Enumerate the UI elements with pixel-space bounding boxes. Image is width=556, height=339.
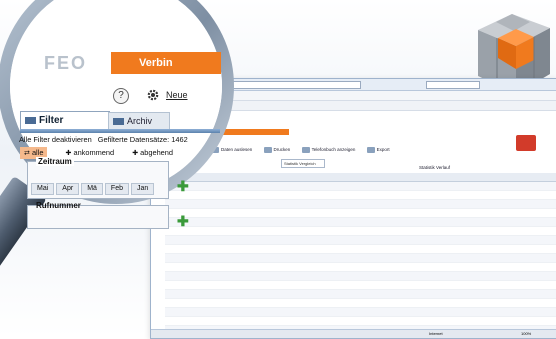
direction-all-label: alle bbox=[31, 148, 44, 157]
add-number-icon[interactable]: ✚ bbox=[177, 213, 189, 230]
toolbar-button-export[interactable]: Export bbox=[366, 147, 390, 153]
add-timerange-icon[interactable]: ✚ bbox=[177, 178, 189, 195]
direction-outgoing-option[interactable]: ✚ abgehend bbox=[132, 148, 173, 157]
table-row[interactable] bbox=[165, 317, 556, 326]
timerange-label: Zeitraum bbox=[36, 157, 74, 166]
app-logo: FEO bbox=[44, 53, 88, 73]
print-icon bbox=[263, 147, 272, 153]
table-row[interactable] bbox=[165, 236, 556, 245]
settings-icon[interactable] bbox=[146, 88, 160, 102]
table-row[interactable] bbox=[165, 245, 556, 254]
month-buttons: Mai Apr Mä Feb Jan bbox=[31, 177, 156, 195]
table-row[interactable] bbox=[165, 254, 556, 263]
table-row[interactable] bbox=[165, 218, 556, 227]
direction-incoming-label: ankommend bbox=[73, 148, 115, 157]
archiv-tab-icon bbox=[113, 118, 124, 126]
table-row[interactable] bbox=[165, 182, 556, 191]
new-link[interactable]: Neue bbox=[166, 90, 188, 100]
calls-table bbox=[165, 173, 556, 338]
tab-underline bbox=[20, 129, 220, 133]
table-row[interactable] bbox=[165, 227, 556, 236]
phonebook-icon bbox=[301, 147, 310, 153]
direction-outgoing-label: abgehend bbox=[140, 148, 174, 157]
tab-statistics-history[interactable]: Statistik Verlauf bbox=[419, 165, 450, 170]
table-row[interactable] bbox=[165, 209, 556, 218]
statistics-compare-field[interactable]: Statistik Vergleich bbox=[281, 159, 325, 168]
tab-archiv[interactable]: Archiv bbox=[108, 112, 170, 130]
month-button[interactable]: Apr bbox=[56, 183, 80, 195]
month-button[interactable]: Mai bbox=[31, 183, 55, 195]
tab-archiv-label: Archiv bbox=[127, 116, 153, 126]
month-button[interactable]: Jan bbox=[130, 183, 155, 195]
table-header bbox=[165, 173, 556, 182]
number-label: Rufnummer bbox=[36, 201, 81, 210]
outgoing-arrow-icon: ✚ bbox=[132, 150, 139, 157]
month-button[interactable]: Feb bbox=[104, 183, 129, 195]
toolbar-button-print[interactable]: Drucken bbox=[263, 147, 290, 153]
toolbar: Daten auslesen Drucken Telefonbuch anzei… bbox=[211, 147, 400, 159]
tab-filter-label: Filter bbox=[39, 115, 64, 126]
table-row[interactable] bbox=[165, 299, 556, 308]
toolbar-button-phonebook[interactable]: Telefonbuch anzeigen bbox=[301, 147, 355, 153]
browser-search-field[interactable] bbox=[426, 81, 480, 89]
export-icon bbox=[366, 147, 375, 153]
table-row[interactable] bbox=[165, 263, 556, 272]
month-button[interactable]: Mä bbox=[81, 183, 103, 195]
list-item[interactable] bbox=[122, 248, 184, 254]
table-row[interactable] bbox=[165, 290, 556, 299]
direction-incoming-option[interactable]: ✚ ankommend bbox=[66, 148, 115, 157]
table-row[interactable] bbox=[165, 281, 556, 290]
filtered-count: Gefilterte Datensätze: 1462 bbox=[97, 135, 188, 144]
both-arrows-icon: ⇄ bbox=[24, 150, 30, 157]
incoming-arrow-icon: ✚ bbox=[65, 150, 72, 157]
table-row[interactable] bbox=[165, 272, 556, 281]
contact-list bbox=[122, 236, 184, 308]
deactivate-filters-link[interactable]: Alle Filter deaktivieren bbox=[19, 135, 92, 144]
table-row[interactable] bbox=[165, 191, 556, 200]
tab-filter[interactable]: Filter bbox=[20, 111, 110, 130]
new-record-icon[interactable] bbox=[516, 135, 536, 151]
table-row[interactable] bbox=[165, 200, 556, 209]
filter-summary: Alle Filter deaktivieren Gefilterte Daten… bbox=[19, 135, 188, 144]
filter-tab-icon bbox=[25, 116, 36, 124]
table-row[interactable] bbox=[165, 308, 556, 317]
connect-button[interactable]: Verbin bbox=[111, 52, 221, 74]
help-icon[interactable]: ? bbox=[113, 88, 129, 104]
